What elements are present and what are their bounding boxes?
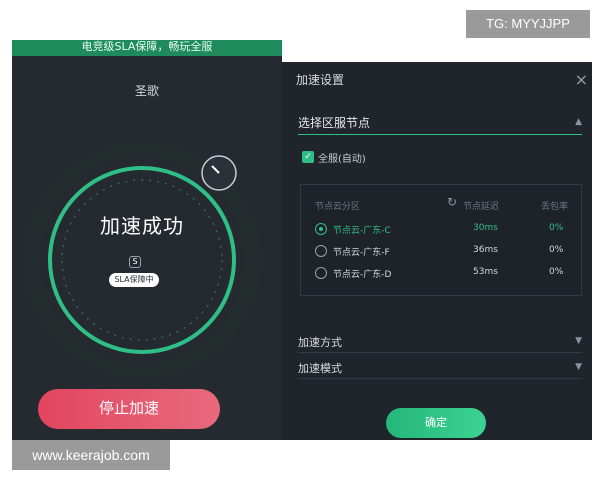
column-header-node: 节点云分区 [315,202,361,212]
acceleration-mode-dropdown[interactable]: 加速模式 ▼ [298,358,582,379]
table-row[interactable]: 节点云-广东-F 36ms 0% [301,243,583,261]
refresh-icon[interactable]: ↻ [447,195,461,209]
radio-icon[interactable] [315,245,327,257]
node-latency: 36ms [473,245,498,255]
chevron-down-icon[interactable]: ▼ [575,362,582,372]
acceleration-gauge [24,142,260,378]
settings-title: 加速设置 [296,73,345,87]
table-row[interactable]: 节点云-广东-C 30ms 0% [301,221,583,239]
region-section-title[interactable]: 选择区服节点 [298,114,370,131]
acceleration-settings-panel: 加速设置 × 选择区服节点 ▲ ✓ 全服(自动) 节点云分区 ↻ 节点延迟 丢包… [282,62,592,440]
node-name: 节点云-广东-D [333,270,392,280]
watermark-telegram: TG: MYYJJPP [466,10,590,38]
node-table: 节点云分区 ↻ 节点延迟 丢包率 节点云-广东-C 30ms 0% 节点云-广东… [300,184,582,296]
app-window: 电竞级SLA保障，畅玩全服 圣歌 加速成功 S SLA保障中 停止加速 加速设置… [0,0,600,480]
close-icon[interactable]: × [575,70,588,89]
node-name: 节点云-广东-F [333,248,390,258]
node-latency: 53ms [473,267,498,277]
sla-status-badge: SLA保障中 [109,273,159,287]
watermark-website: www.keerajob.com [12,440,170,470]
sla-banner[interactable]: 电竞级SLA保障，畅玩全服 [12,40,282,56]
option-divider [298,378,582,379]
option-divider [298,352,582,353]
column-header-loss: 丢包率 [541,202,569,212]
checkbox-checked-icon[interactable]: ✓ [302,151,314,163]
acceleration-method-dropdown[interactable]: 加速方式 ▼ [298,332,582,353]
option-label: 加速模式 [298,362,342,375]
option-label: 加速方式 [298,336,342,349]
radio-selected-icon[interactable] [315,223,327,235]
sla-shield-icon: S [129,256,141,268]
table-row[interactable]: 节点云-广东-D 53ms 0% [301,265,583,283]
column-header-latency: 节点延迟 [463,202,500,212]
chevron-up-icon[interactable]: ▲ [575,117,582,127]
node-name: 节点云-广东-C [333,226,391,236]
section-divider [298,134,582,135]
accelerator-main-panel: 电竞级SLA保障，畅玩全服 圣歌 加速成功 S SLA保障中 停止加速 [12,40,282,440]
node-latency: 30ms [473,223,498,233]
node-packet-loss: 0% [549,245,564,255]
checkbox-label: 全服(自动) [318,153,366,165]
status-text: 加速成功 [100,214,184,238]
node-packet-loss: 0% [549,267,564,277]
radio-icon[interactable] [315,267,327,279]
game-title: 圣歌 [134,84,159,98]
stop-acceleration-button[interactable]: 停止加速 [38,389,220,429]
confirm-button[interactable]: 确定 [386,408,486,438]
node-packet-loss: 0% [549,223,564,233]
all-server-auto-checkbox-row[interactable]: ✓ 全服(自动) [302,150,366,165]
chevron-down-icon[interactable]: ▼ [575,336,582,346]
